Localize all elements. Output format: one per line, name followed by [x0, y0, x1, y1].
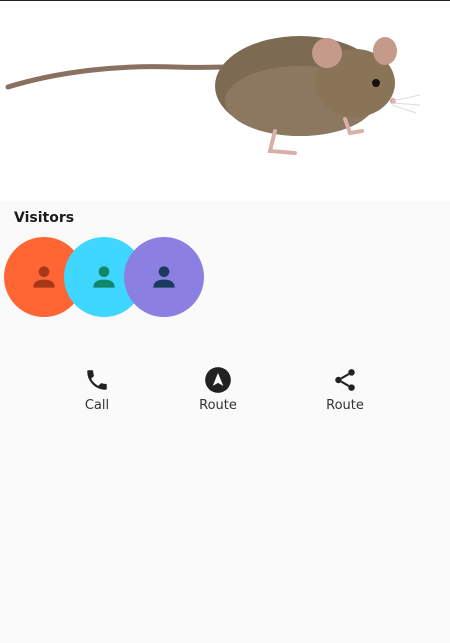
call-label: Call [84, 398, 110, 413]
route-label: Route [199, 398, 237, 413]
share-button[interactable]: Route [300, 366, 390, 426]
navigation-icon [204, 366, 232, 394]
share-icon [331, 366, 359, 394]
action-bar: Call Route Route [0, 366, 450, 426]
mouse-illustration [5, 36, 421, 155]
visitor-avatar-3[interactable] [124, 237, 204, 317]
person-icon [33, 266, 55, 288]
visitors-title: Visitors [14, 210, 75, 226]
share-label: Route [326, 398, 364, 413]
person-icon [153, 266, 175, 288]
hero-image [0, 0, 450, 201]
route-button[interactable]: Route [173, 366, 263, 426]
phone-icon [83, 366, 111, 394]
person-icon [93, 266, 115, 288]
call-button[interactable]: Call [52, 366, 142, 426]
